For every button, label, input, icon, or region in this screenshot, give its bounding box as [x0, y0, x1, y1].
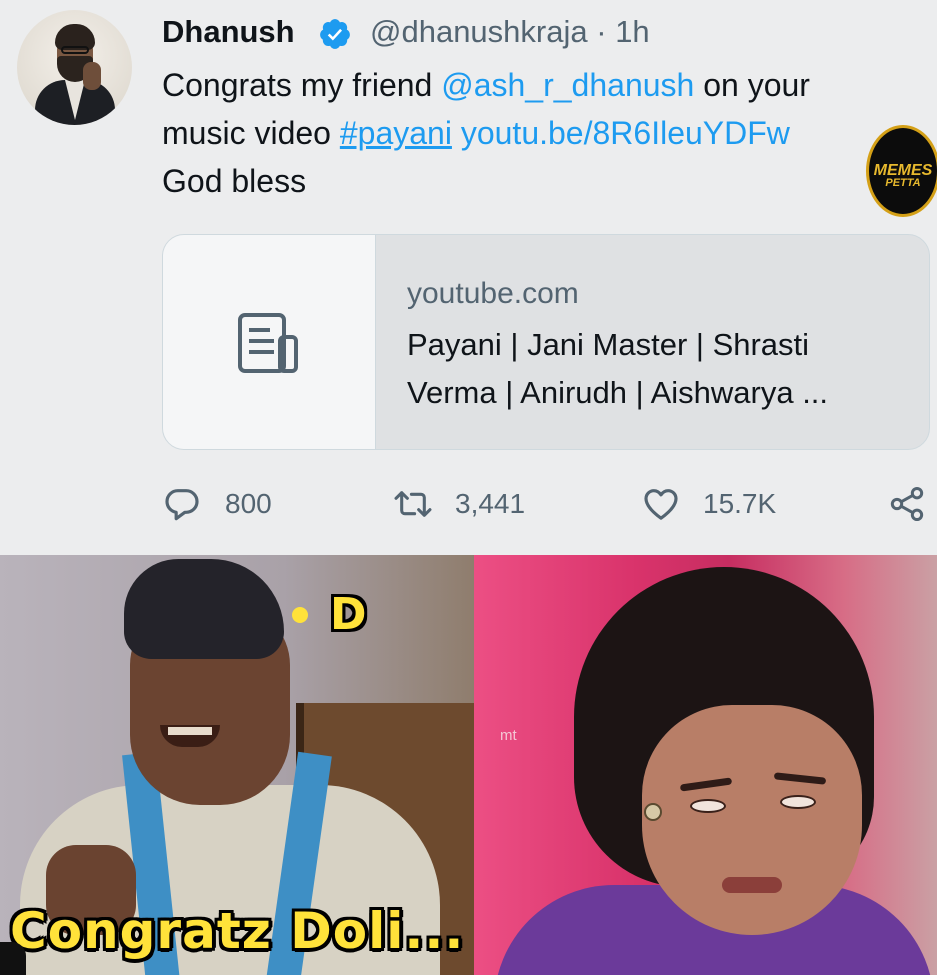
tweet-text-suffix: on your — [694, 67, 810, 103]
like-count: 15.7K — [703, 488, 777, 519]
document-icon — [238, 313, 298, 373]
author-handle[interactable]: @dhanushkraja — [370, 14, 588, 49]
separator: · — [596, 14, 607, 49]
meme-left-teeth — [168, 727, 212, 735]
tweet-text-line-2: music video #payani youtu.be/8R6IleuYDFw — [162, 115, 790, 152]
hashtag-link[interactable]: #payani — [340, 115, 452, 151]
d-tag-letter: D — [330, 589, 367, 640]
mention-link[interactable]: @ash_r_dhanush — [441, 67, 694, 103]
url-link[interactable]: youtu.be/8R6IleuYDFw — [461, 115, 790, 151]
card-domain: youtube.com — [407, 277, 579, 310]
d-tag-dot — [292, 607, 308, 623]
avatar-glasses — [61, 46, 89, 54]
meme-right-eye-2 — [780, 795, 816, 809]
reply-icon — [165, 489, 199, 521]
meme-right-face — [642, 705, 862, 935]
tweet-text-prefix: Congrats my friend — [162, 67, 442, 103]
meme-watermark: mt — [500, 727, 517, 744]
card-title-line-2: Verma | Anirudh | Aishwarya ... — [407, 375, 829, 410]
retweet-count: 3,441 — [455, 488, 526, 519]
heart-icon — [644, 489, 678, 520]
instagram-badge-icon — [0, 942, 26, 975]
avatar[interactable] — [17, 10, 132, 125]
meme-right-eye — [690, 799, 726, 813]
retweet-icon — [394, 491, 432, 517]
link-card[interactable]: youtube.com Payani | Jani Master | Shras… — [162, 234, 930, 450]
tweet-text-prefix-2: music video — [162, 115, 340, 151]
reply-count: 800 — [225, 488, 272, 519]
share-icon — [890, 487, 924, 521]
meme-caption: Congratz Doli... — [10, 902, 465, 960]
avatar-hand — [83, 62, 101, 90]
meme-right-earring — [644, 803, 662, 821]
tweet-time[interactable]: 1h — [615, 14, 649, 49]
meme-right-lips — [722, 877, 782, 893]
logo-line-1: MEMES — [873, 162, 933, 179]
memes-petta-logo: MEMES PETTA — [866, 125, 937, 217]
meme-right-panel — [474, 555, 937, 975]
tweet-text-line-3: God bless — [162, 163, 307, 199]
author-handle-line[interactable]: @dhanushkraja · 1h — [370, 14, 650, 50]
verified-badge-icon — [320, 19, 350, 49]
card-thumbnail — [163, 235, 376, 449]
tweet: Dhanush @dhanushkraja · 1h Congrats my f… — [0, 0, 937, 555]
author-name[interactable]: Dhanush — [162, 14, 295, 50]
logo-line-2: PETTA — [885, 177, 921, 189]
card-title-line-1: Payani | Jani Master | Shrasti — [407, 327, 810, 362]
tweet-text-line-1: Congrats my friend @ash_r_dhanush on you… — [162, 67, 810, 104]
